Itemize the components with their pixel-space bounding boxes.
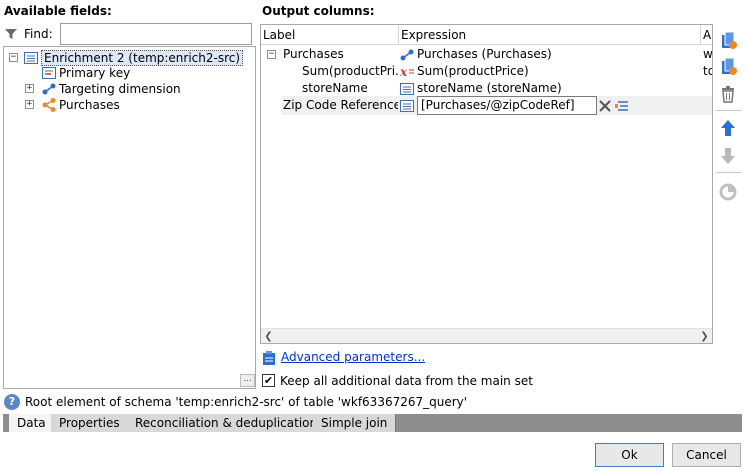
row-expression[interactable]: storeName (storeName) bbox=[417, 80, 697, 97]
status-text: Root element of schema 'temp:enrich2-src… bbox=[25, 395, 468, 409]
field-icon bbox=[400, 100, 414, 112]
row-alias[interactable]: w bbox=[703, 46, 712, 63]
more-options-button[interactable]: ... bbox=[240, 374, 255, 387]
row-expression[interactable]: Purchases (Purchases) bbox=[417, 46, 697, 63]
tab-simple-join[interactable]: Simple join bbox=[313, 414, 397, 432]
cancel-button[interactable]: Cancel bbox=[672, 443, 741, 467]
tab-reconciliation-deduplication[interactable]: Reconciliation & deduplication bbox=[127, 414, 327, 432]
ok-button[interactable]: Ok bbox=[595, 443, 664, 467]
table-icon bbox=[24, 52, 38, 64]
advanced-parameters-link[interactable]: Advanced parameters... bbox=[281, 350, 425, 364]
info-icon: ? bbox=[4, 394, 20, 410]
move-up-icon[interactable] bbox=[718, 118, 738, 138]
scroll-left-icon[interactable]: ❮ bbox=[261, 329, 276, 343]
expression-editor-icon[interactable] bbox=[614, 98, 630, 114]
distribution-icon[interactable] bbox=[718, 182, 738, 202]
collapse-toggle[interactable]: − bbox=[9, 53, 18, 62]
tab-properties[interactable]: Properties bbox=[51, 414, 129, 432]
clear-icon[interactable] bbox=[598, 99, 612, 113]
scroll-right-icon[interactable]: ❯ bbox=[697, 329, 712, 343]
output-columns-grid[interactable]: Label Expression Al − Purchases Purchase… bbox=[260, 24, 713, 344]
move-down-icon[interactable] bbox=[718, 146, 738, 166]
row-label[interactable]: Sum(productPri... bbox=[302, 63, 398, 80]
column-header-label[interactable]: Label bbox=[261, 25, 399, 45]
collapse-toggle[interactable]: − bbox=[267, 50, 276, 59]
row-label[interactable]: Zip Code Reference... bbox=[283, 97, 398, 114]
link-icon bbox=[400, 49, 414, 61]
parameters-icon bbox=[263, 351, 275, 365]
delete-icon[interactable] bbox=[718, 84, 738, 104]
row-label[interactable]: storeName bbox=[302, 80, 398, 97]
tab-data[interactable]: Data bbox=[9, 414, 55, 432]
keep-data-label: Keep all additional data from the main s… bbox=[280, 374, 533, 388]
available-fields-tree[interactable]: − Enrichment 2 (temp:enrich2-src) Primar… bbox=[3, 46, 256, 389]
expand-toggle[interactable]: + bbox=[25, 100, 34, 109]
tree-item-root[interactable]: Enrichment 2 (temp:enrich2-src) bbox=[41, 50, 244, 66]
available-fields-title: Available fields: bbox=[4, 4, 112, 18]
tree-item-targeting-dimension[interactable]: Targeting dimension bbox=[59, 81, 181, 97]
expand-toggle[interactable]: + bbox=[25, 84, 34, 93]
add-formula-icon[interactable] bbox=[718, 56, 738, 76]
key-list-icon bbox=[42, 67, 56, 79]
add-column-icon[interactable] bbox=[718, 30, 738, 50]
horizontal-scrollbar[interactable]: ❮ ❯ bbox=[261, 328, 712, 343]
row-expression[interactable]: Sum(productPrice) bbox=[417, 63, 697, 80]
link-icon bbox=[42, 83, 56, 95]
row-alias[interactable]: to bbox=[703, 63, 712, 80]
column-header-alias[interactable]: Al bbox=[701, 25, 712, 45]
tree-item-purchases[interactable]: Purchases bbox=[59, 97, 120, 113]
column-header-expression[interactable]: Expression bbox=[399, 25, 701, 45]
tree-item-label: Enrichment 2 (temp:enrich2-src) bbox=[41, 50, 244, 66]
filter-icon bbox=[5, 29, 17, 39]
field-icon bbox=[400, 83, 414, 95]
find-label: Find: bbox=[24, 27, 53, 41]
toolbar-separator bbox=[716, 172, 742, 173]
keep-data-checkbox[interactable]: ✔ bbox=[262, 374, 275, 387]
find-input[interactable] bbox=[60, 23, 252, 45]
formula-icon: x bbox=[399, 65, 414, 79]
expression-edit-input[interactable]: [Purchases/@zipCodeRef] bbox=[417, 96, 597, 115]
toolbar-separator bbox=[716, 110, 742, 111]
row-label[interactable]: Purchases bbox=[283, 46, 398, 63]
svg-text:x: x bbox=[399, 65, 408, 79]
tree-item-primary-key[interactable]: Primary key bbox=[59, 65, 130, 81]
output-columns-title: Output columns: bbox=[262, 4, 375, 18]
collection-icon bbox=[42, 98, 56, 112]
